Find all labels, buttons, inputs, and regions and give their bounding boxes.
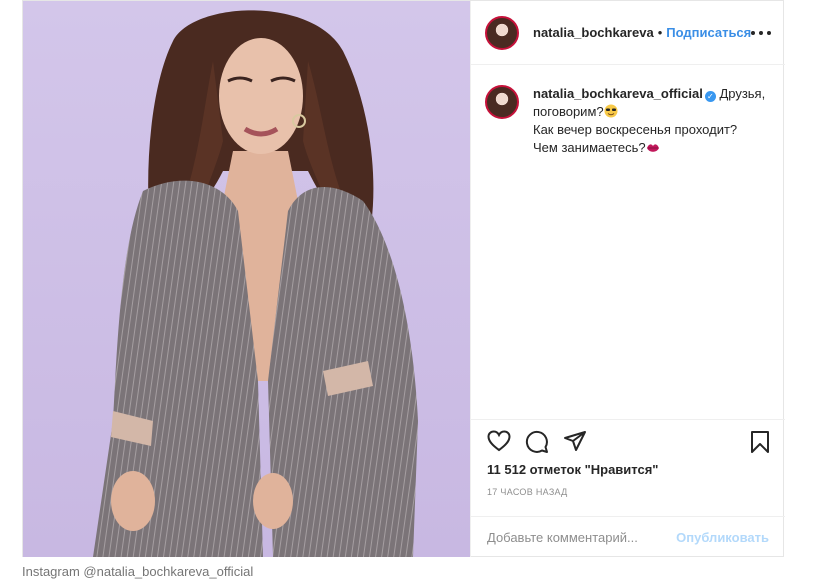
avatar[interactable] xyxy=(485,15,519,50)
post-caption: natalia_bochkareva_official ✓ Друзья, пог… xyxy=(485,85,775,157)
more-icon[interactable] xyxy=(751,23,771,43)
post-timestamp[interactable]: 17 ЧАСОВ НАЗАД xyxy=(487,487,568,497)
instagram-post: natalia_bochkareva • Подписаться natalia… xyxy=(22,0,785,557)
photo-illustration xyxy=(23,1,470,557)
follow-button[interactable]: Подписаться xyxy=(666,25,751,40)
sunglasses-emoji-icon xyxy=(604,104,618,118)
post-photo[interactable] xyxy=(23,1,470,557)
likes-count[interactable]: 11 512 отметок "Нравится" xyxy=(487,462,658,477)
caption-username[interactable]: natalia_bochkareva_official xyxy=(533,86,703,101)
photo-credit: Instagram @natalia_bochkareva_official xyxy=(22,564,254,579)
post-actions: 11 512 отметок "Нравится" 17 ЧАСОВ НАЗАД… xyxy=(471,419,785,557)
header-separator: • xyxy=(657,25,663,40)
header-username[interactable]: natalia_bochkareva xyxy=(533,25,654,40)
heart-icon[interactable] xyxy=(487,430,511,454)
post-header: natalia_bochkareva • Подписаться xyxy=(471,1,785,65)
comment-input[interactable] xyxy=(487,530,667,545)
publish-button[interactable]: Опубликовать xyxy=(676,530,769,545)
caption-line-3: Чем занимаетесь? xyxy=(533,140,646,155)
verified-icon: ✓ xyxy=(704,91,716,102)
lips-emoji-icon xyxy=(646,144,659,152)
comment-icon[interactable] xyxy=(525,430,549,454)
bookmark-icon[interactable] xyxy=(749,430,771,454)
comment-bar: Опубликовать xyxy=(471,516,785,558)
share-icon[interactable] xyxy=(563,430,587,454)
action-icons xyxy=(487,430,587,454)
caption-avatar[interactable] xyxy=(485,85,519,119)
caption-text: natalia_bochkareva_official ✓ Друзья, пог… xyxy=(533,85,775,157)
caption-line-2: Как вечер воскресенья проходит? xyxy=(533,122,738,137)
post-sidebar: natalia_bochkareva • Подписаться natalia… xyxy=(470,1,785,557)
